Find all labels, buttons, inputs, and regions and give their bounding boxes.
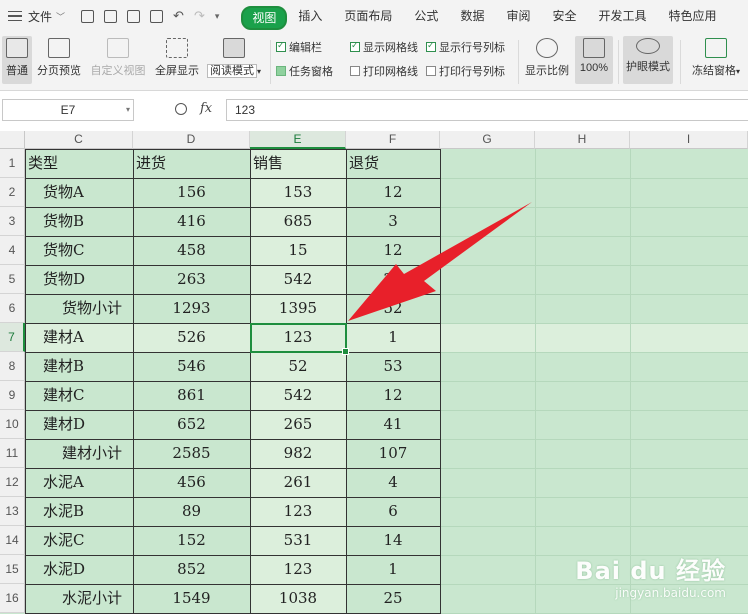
task-pane-toggle[interactable]: 任务窗格: [276, 63, 333, 79]
page-break-preview-button[interactable]: 分页预览: [36, 36, 82, 78]
zoom-ratio-button[interactable]: 显示比例: [524, 36, 570, 78]
full-screen-label: 全屏显示: [155, 65, 199, 77]
watermark: Bai du 经验 jingyan.baidu.com: [575, 551, 726, 600]
freeze-panes-label: 冻结窗格: [691, 65, 736, 77]
expand-icon: [166, 38, 188, 58]
undo-icon[interactable]: ↶: [173, 8, 184, 24]
chevron-down-icon[interactable]: ▾: [126, 100, 130, 120]
normal-view-button[interactable]: 普通: [2, 36, 32, 84]
print-preview-icon[interactable]: [150, 9, 164, 23]
checkbox-checked[interactable]: [276, 40, 286, 52]
chevron-down-icon: ▾: [256, 67, 261, 76]
tab-8[interactable]: 开发工具: [587, 6, 657, 26]
custom-view-icon: [107, 38, 129, 58]
checkbox-unchecked[interactable]: [426, 66, 436, 76]
page-break-icon: [48, 38, 70, 58]
tab-3[interactable]: 公式: [403, 6, 449, 26]
watermark-url: jingyan.baidu.com: [615, 586, 726, 600]
zoom-100-label: 100%: [579, 62, 609, 74]
freeze-panes-icon: [705, 38, 727, 58]
full-screen-button[interactable]: 全屏显示: [154, 36, 200, 78]
chevron-down-icon[interactable]: ﹀: [56, 10, 65, 23]
tab-7[interactable]: 安全: [541, 6, 587, 26]
print-gridlines-toggle[interactable]: 打印网格线: [350, 63, 418, 79]
eye-protection-button[interactable]: 护眼模式: [623, 36, 673, 84]
print-gridlines-label: 打印网格线: [363, 66, 418, 78]
tab-6[interactable]: 视图: [241, 6, 288, 30]
custom-view-label: 自定义视图: [90, 65, 146, 77]
tab-4[interactable]: 数据: [449, 6, 495, 26]
chevron-down-icon: ▾: [735, 67, 740, 76]
name-box[interactable]: E7 ▾: [2, 99, 134, 121]
grid-icon: [6, 38, 28, 58]
edit-bar-toggle[interactable]: 编辑栏: [276, 39, 322, 55]
eye-protection-label: 护眼模式: [626, 61, 670, 73]
zoom-percent-icon: [536, 38, 558, 58]
formula-input[interactable]: 123: [226, 99, 748, 121]
normal-view-label: 普通: [6, 65, 28, 77]
checkbox-unchecked[interactable]: [350, 66, 360, 76]
save-icon[interactable]: [81, 9, 95, 23]
print-icon[interactable]: [127, 9, 141, 23]
file-menu[interactable]: 文件: [28, 8, 52, 25]
custom-view-button[interactable]: 自定义视图: [90, 36, 146, 78]
worksheet[interactable]: C D E F G H I 1 2 3 4 5 6 7 8 9 10 11 12 13 14 15 16 类型 进货 销售 退货 货物…: [0, 131, 748, 614]
divider: [270, 40, 271, 84]
ribbon-view: 普通 分页预览 自定义视图 全屏显示 阅读模式▾ 编辑栏 任务窗格 显示网格线 …: [0, 32, 748, 91]
checkbox-checked[interactable]: [426, 40, 436, 52]
task-pane-label: 任务窗格: [289, 66, 333, 78]
menu-bar: 文件 ﹀ ↶ ↷ ▾ 开始插入页面布局公式数据审阅视图安全开发工具特色应用: [0, 0, 748, 32]
tab-5[interactable]: 审阅: [495, 6, 541, 26]
checkbox-checked[interactable]: [350, 40, 360, 52]
zoom-100-button[interactable]: 100%: [575, 36, 613, 84]
formula-bar: E7 ▾ fx 123: [0, 91, 748, 132]
one-to-one-icon: [583, 38, 605, 58]
print-headers-toggle[interactable]: 打印行号列标: [426, 63, 505, 79]
ribbon-tabs: 开始插入页面布局公式数据审阅视图安全开发工具特色应用: [241, 6, 728, 30]
task-pane-icon[interactable]: [276, 66, 286, 76]
tab-1[interactable]: 插入: [287, 6, 333, 26]
divider: [618, 40, 619, 84]
divider: [680, 40, 681, 84]
show-gridlines-toggle[interactable]: 显示网格线: [350, 39, 418, 55]
show-headers-toggle[interactable]: 显示行号列标: [426, 39, 505, 55]
crosshair-grid-icon: [223, 38, 245, 58]
redo-icon[interactable]: ↷: [194, 8, 205, 24]
eye-icon: [636, 38, 660, 54]
divider: [518, 40, 519, 84]
customize-toolbar-icon[interactable]: ▾: [215, 11, 220, 22]
print-headers-label: 打印行号列标: [439, 66, 505, 78]
watermark-logo: Bai du 经验: [575, 557, 726, 585]
freeze-panes-button[interactable]: 冻结窗格▾: [686, 36, 746, 78]
quick-access-toolbar: ↶ ↷ ▾: [81, 8, 219, 24]
zoom-ratio-label: 显示比例: [525, 65, 569, 77]
page-break-preview-label: 分页预览: [37, 65, 81, 77]
reading-mode-label: 阅读模式: [206, 64, 257, 78]
red-arrow-annotation: [348, 202, 532, 321]
reading-mode-button[interactable]: 阅读模式 ▾: [205, 36, 263, 78]
edit-bar-label: 编辑栏: [289, 42, 322, 54]
show-gridlines-label: 显示网格线: [363, 42, 418, 54]
function-icon[interactable]: fx: [200, 101, 212, 116]
tab-2[interactable]: 页面布局: [333, 6, 403, 26]
arrow-shape: [348, 202, 532, 321]
cell-reference: E7: [60, 103, 76, 117]
zoom-icon[interactable]: [175, 103, 187, 115]
show-headers-label: 显示行号列标: [439, 42, 505, 54]
menu-icon[interactable]: [8, 10, 22, 22]
format-painter-icon[interactable]: [104, 9, 118, 23]
tab-9[interactable]: 特色应用: [658, 6, 728, 26]
